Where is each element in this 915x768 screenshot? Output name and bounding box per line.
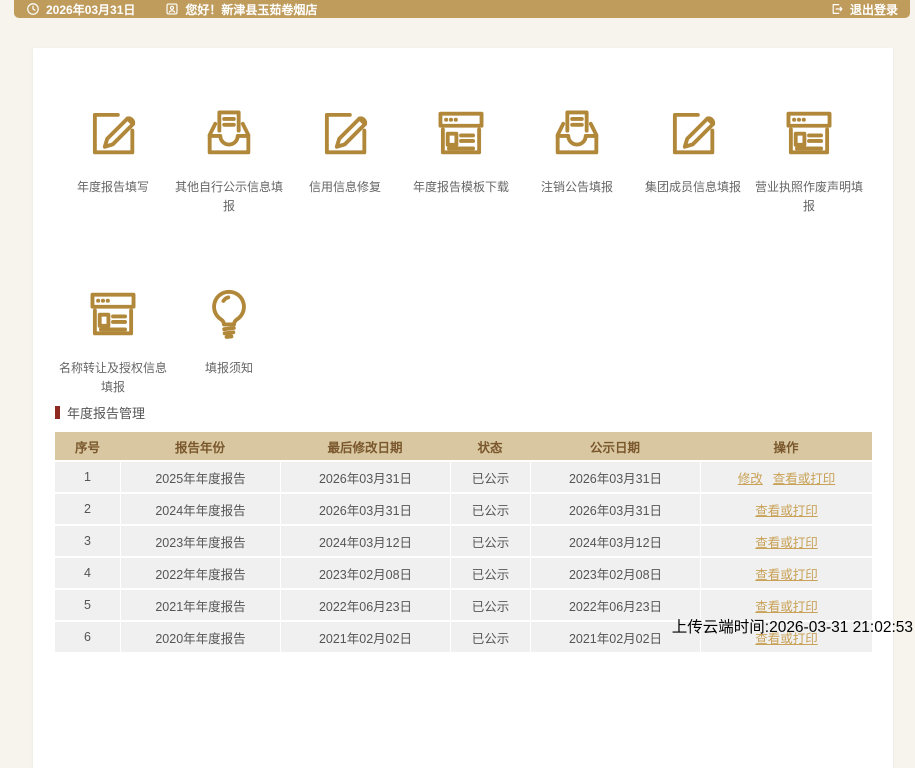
shortcut-grid-row-1: 年度报告填写 其他自行公示信息填报 信用信息修复 年度报告模板下载 注销公告填报 集团成员… [33, 100, 893, 215]
shortcut-label: 注销公告填报 [540, 180, 613, 194]
cell-modified: 2022年06月23日 [280, 590, 450, 620]
cell-published: 2026年03月31日 [530, 462, 700, 492]
table-row: 3 2023年年度报告 2024年03月12日 已公示 2024年03月12日 查看或打印 [55, 526, 872, 556]
cell-status: 已公示 [450, 462, 530, 492]
shortcut-label: 年度报告模板下载 [412, 180, 509, 194]
browser-window-icon [403, 100, 519, 166]
cell-modified: 2023年02月08日 [280, 558, 450, 588]
edit-square-icon [55, 100, 171, 166]
cell-status: 已公示 [450, 558, 530, 588]
cell-no: 2 [84, 502, 91, 516]
logout-button[interactable]: 退出登录 [830, 1, 898, 18]
view-or-print-link[interactable]: 查看或打印 [755, 532, 818, 551]
shortcut-item-8[interactable]: 名称转让及授权信息填报 [55, 281, 171, 396]
cell-modified: 2021年02月02日 [280, 622, 450, 652]
cell-no: 4 [84, 566, 91, 580]
shortcut-grid-row-2: 名称转让及授权信息填报 填报须知 [33, 281, 893, 396]
shortcut-label: 填报须知 [204, 361, 253, 376]
cell-year: 2024年年度报告 [120, 494, 280, 524]
clock-icon [26, 2, 40, 16]
logout-label: 退出登录 [849, 2, 898, 17]
shortcut-label: 集团成员信息填报 [644, 180, 741, 194]
column-header: 最后修改日期 [327, 440, 403, 455]
cell-year: 2021年年度报告 [120, 590, 280, 620]
shortcut-item-7[interactable]: 营业执照作废声明填报 [751, 100, 867, 215]
cell-no: 5 [84, 598, 91, 612]
column-header: 状态 [477, 440, 503, 455]
inbox-tray-icon [519, 100, 635, 166]
inbox-tray-icon [171, 100, 287, 166]
cell-status: 已公示 [450, 494, 530, 524]
cell-year: 2020年年度报告 [120, 622, 280, 652]
table-row: 2 2024年年度报告 2026年03月31日 已公示 2026年03月31日 查看或打印 [55, 494, 872, 524]
shortcut-item-3[interactable]: 信用信息修复 [287, 100, 403, 215]
cell-year: 2025年年度报告 [120, 462, 280, 492]
view-or-print-link[interactable]: 查看或打印 [755, 500, 818, 519]
cell-actions: 修改 查看或打印 [700, 462, 872, 492]
shortcut-label: 其他自行公示信息填报 [174, 180, 283, 213]
cell-no: 3 [84, 534, 91, 548]
user-greeting: 您好！新津县玉茹卷烟店 [185, 2, 318, 17]
browser-window-icon [55, 281, 171, 347]
cell-actions: 查看或打印 [700, 558, 872, 588]
table-header-row: 序号 报告年份 最后修改日期 状态 公示日期 操作 [55, 432, 872, 460]
cell-no: 1 [84, 470, 91, 484]
section-title-row: 年度报告管理 [55, 403, 872, 422]
column-header: 序号 [74, 440, 100, 455]
cell-status: 已公示 [450, 590, 530, 620]
cell-year: 2022年年度报告 [120, 558, 280, 588]
lightbulb-icon [171, 281, 287, 347]
shortcut-item-9[interactable]: 填报须知 [171, 281, 287, 396]
table-row: 4 2022年年度报告 2023年02月08日 已公示 2023年02月08日 查看或打印 [55, 558, 872, 588]
cell-published: 2024年03月12日 [530, 526, 700, 556]
edit-square-icon [287, 100, 403, 166]
cell-year: 2023年年度报告 [120, 526, 280, 556]
shortcut-label: 年度报告填写 [76, 180, 149, 194]
section-marker [55, 406, 60, 419]
shortcut-item-5[interactable]: 注销公告填报 [519, 100, 635, 215]
modify-link[interactable]: 修改 [738, 468, 763, 487]
view-or-print-link[interactable]: 查看或打印 [773, 468, 836, 487]
cell-status: 已公示 [450, 622, 530, 652]
top-bar: 2026年03月31日 您好！新津县玉茹卷烟店 退出登录 [14, 0, 910, 18]
cell-modified: 2026年03月31日 [280, 494, 450, 524]
shortcut-item-1[interactable]: 年度报告填写 [55, 100, 171, 215]
upload-time-watermark: 上传云端时间:2026-03-31 21:02:53 [671, 619, 913, 636]
current-date: 2026年03月31日 [46, 2, 136, 17]
edit-square-icon [635, 100, 751, 166]
column-header: 公示日期 [589, 440, 640, 455]
shortcut-item-6[interactable]: 集团成员信息填报 [635, 100, 751, 215]
column-header: 报告年份 [174, 440, 225, 455]
cell-no: 6 [84, 630, 91, 644]
user-badge-icon [165, 2, 179, 16]
shortcut-label: 信用信息修复 [308, 180, 381, 194]
cell-published: 2026年03月31日 [530, 494, 700, 524]
cell-modified: 2024年03月12日 [280, 526, 450, 556]
cell-actions: 查看或打印 [700, 494, 872, 524]
cell-actions: 查看或打印 [700, 526, 872, 556]
cell-status: 已公示 [450, 526, 530, 556]
shortcut-label: 营业执照作废声明填报 [754, 180, 863, 213]
section-title: 年度报告管理 [67, 406, 146, 421]
cell-modified: 2026年03月31日 [280, 462, 450, 492]
logout-icon [830, 2, 844, 16]
table-row: 1 2025年年度报告 2026年03月31日 已公示 2026年03月31日 修改 查看或… [55, 462, 872, 492]
browser-window-icon [751, 100, 867, 166]
shortcut-item-4[interactable]: 年度报告模板下载 [403, 100, 519, 215]
shortcut-item-2[interactable]: 其他自行公示信息填报 [171, 100, 287, 215]
column-header: 操作 [773, 440, 799, 455]
cell-published: 2023年02月08日 [530, 558, 700, 588]
view-or-print-link[interactable]: 查看或打印 [755, 596, 818, 615]
main-card: 年度报告填写 其他自行公示信息填报 信用信息修复 年度报告模板下载 注销公告填报 集团成员… [33, 48, 893, 768]
view-or-print-link[interactable]: 查看或打印 [755, 564, 818, 583]
shortcut-label: 名称转让及授权信息填报 [58, 361, 167, 394]
